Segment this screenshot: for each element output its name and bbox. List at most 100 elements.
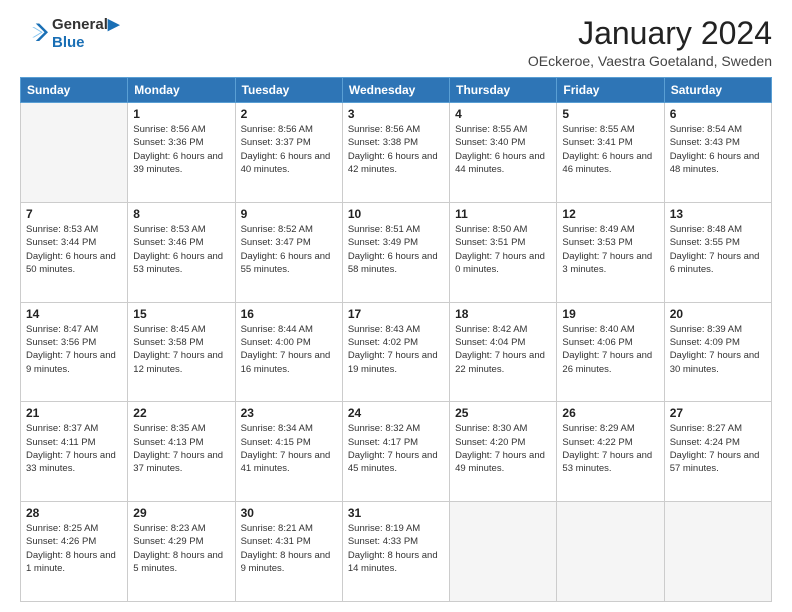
day-number: 30 [241, 506, 337, 520]
page: General▶ Blue January 2024 OEckeroe, Vae… [0, 0, 792, 612]
day-info: Sunrise: 8:35 AMSunset: 4:13 PMDaylight:… [133, 422, 229, 475]
day-number: 13 [670, 207, 766, 221]
day-number: 28 [26, 506, 122, 520]
calendar-cell: 26Sunrise: 8:29 AMSunset: 4:22 PMDayligh… [557, 402, 664, 502]
calendar-cell: 7Sunrise: 8:53 AMSunset: 3:44 PMDaylight… [21, 202, 128, 302]
day-number: 6 [670, 107, 766, 121]
calendar-cell: 8 Sunrise: 8:53 AMSunset: 3:46 PMDaylight… [128, 202, 235, 302]
day-info: Sunrise: 8:49 AMSunset: 3:53 PMDaylight:… [562, 223, 658, 276]
calendar-week-row: 28 Sunrise: 8:25 AMSunset: 4:26 PMDayligh… [21, 502, 772, 602]
calendar-cell: 12 Sunrise: 8:49 AMSunset: 3:53 PMDayligh… [557, 202, 664, 302]
calendar-cell: 22Sunrise: 8:35 AMSunset: 4:13 PMDayligh… [128, 402, 235, 502]
day-number: 20 [670, 307, 766, 321]
calendar-cell: 23 Sunrise: 8:34 AMSunset: 4:15 PMDayligh… [235, 402, 342, 502]
calendar-cell: 1 Sunrise: 8:56 AMSunset: 3:36 PMDaylight… [128, 103, 235, 203]
subtitle: OEckeroe, Vaestra Goetaland, Sweden [528, 53, 772, 69]
day-number: 29 [133, 506, 229, 520]
calendar-cell: 25 Sunrise: 8:30 AMSunset: 4:20 PMDayligh… [450, 402, 557, 502]
calendar-cell: 18 Sunrise: 8:42 AMSunset: 4:04 PMDayligh… [450, 302, 557, 402]
day-number: 2 [241, 107, 337, 121]
day-info: Sunrise: 8:25 AMSunset: 4:26 PMDaylight:… [26, 522, 122, 575]
main-title: January 2024 [528, 16, 772, 51]
day-number: 4 [455, 107, 551, 121]
calendar-cell [21, 103, 128, 203]
day-header-wednesday: Wednesday [342, 78, 449, 103]
calendar-cell: 4 Sunrise: 8:55 AMSunset: 3:40 PMDaylight… [450, 103, 557, 203]
calendar-cell: 19 Sunrise: 8:40 AMSunset: 4:06 PMDayligh… [557, 302, 664, 402]
day-info: Sunrise: 8:39 AMSunset: 4:09 PMDaylight:… [670, 323, 766, 376]
day-info: Sunrise: 8:56 AMSunset: 3:36 PMDaylight:… [133, 123, 229, 176]
day-header-sunday: Sunday [21, 78, 128, 103]
calendar-cell: 24 Sunrise: 8:32 AMSunset: 4:17 PMDayligh… [342, 402, 449, 502]
calendar-week-row: 1 Sunrise: 8:56 AMSunset: 3:36 PMDaylight… [21, 103, 772, 203]
logo-icon [20, 20, 48, 48]
day-info: Sunrise: 8:32 AMSunset: 4:17 PMDaylight:… [348, 422, 444, 475]
title-block: January 2024 OEckeroe, Vaestra Goetaland… [528, 16, 772, 69]
calendar-cell: 9 Sunrise: 8:52 AMSunset: 3:47 PMDaylight… [235, 202, 342, 302]
calendar-cell: 14 Sunrise: 8:47 AMSunset: 3:56 PMDayligh… [21, 302, 128, 402]
day-number: 27 [670, 406, 766, 420]
day-info: Sunrise: 8:51 AMSunset: 3:49 PMDaylight:… [348, 223, 444, 276]
calendar-cell: 31 Sunrise: 8:19 AMSunset: 4:33 PMDayligh… [342, 502, 449, 602]
day-info: Sunrise: 8:52 AMSunset: 3:47 PMDaylight:… [241, 223, 337, 276]
day-number: 25 [455, 406, 551, 420]
calendar-cell: 27 Sunrise: 8:27 AMSunset: 4:24 PMDayligh… [664, 402, 771, 502]
day-info: Sunrise: 8:48 AMSunset: 3:55 PMDaylight:… [670, 223, 766, 276]
day-number: 23 [241, 406, 337, 420]
calendar-cell [450, 502, 557, 602]
calendar-cell: 6 Sunrise: 8:54 AMSunset: 3:43 PMDaylight… [664, 103, 771, 203]
calendar-cell: 30 Sunrise: 8:21 AMSunset: 4:31 PMDayligh… [235, 502, 342, 602]
day-header-tuesday: Tuesday [235, 78, 342, 103]
day-number: 9 [241, 207, 337, 221]
day-number: 12 [562, 207, 658, 221]
day-info: Sunrise: 8:53 AMSunset: 3:46 PMDaylight:… [133, 223, 229, 276]
day-number: 24 [348, 406, 444, 420]
day-info: Sunrise: 8:55 AMSunset: 3:40 PMDaylight:… [455, 123, 551, 176]
day-number: 11 [455, 207, 551, 221]
header: General▶ Blue January 2024 OEckeroe, Vae… [20, 16, 772, 69]
calendar-cell: 21 Sunrise: 8:37 AMSunset: 4:11 PMDayligh… [21, 402, 128, 502]
logo: General▶ Blue [20, 16, 119, 52]
logo-text: General▶ Blue [52, 16, 119, 52]
day-info: Sunrise: 8:34 AMSunset: 4:15 PMDaylight:… [241, 422, 337, 475]
calendar-cell: 15Sunrise: 8:45 AMSunset: 3:58 PMDayligh… [128, 302, 235, 402]
day-number: 19 [562, 307, 658, 321]
day-number: 8 [133, 207, 229, 221]
day-number: 14 [26, 307, 122, 321]
day-info: Sunrise: 8:42 AMSunset: 4:04 PMDaylight:… [455, 323, 551, 376]
day-info: Sunrise: 8:56 AMSunset: 3:37 PMDaylight:… [241, 123, 337, 176]
calendar-table: SundayMondayTuesdayWednesdayThursdayFrid… [20, 77, 772, 602]
day-info: Sunrise: 8:23 AMSunset: 4:29 PMDaylight:… [133, 522, 229, 575]
day-info: Sunrise: 8:27 AMSunset: 4:24 PMDaylight:… [670, 422, 766, 475]
day-info: Sunrise: 8:47 AMSunset: 3:56 PMDaylight:… [26, 323, 122, 376]
calendar-week-row: 21 Sunrise: 8:37 AMSunset: 4:11 PMDayligh… [21, 402, 772, 502]
day-info: Sunrise: 8:54 AMSunset: 3:43 PMDaylight:… [670, 123, 766, 176]
calendar-cell [557, 502, 664, 602]
day-info: Sunrise: 8:50 AMSunset: 3:51 PMDaylight:… [455, 223, 551, 276]
day-number: 3 [348, 107, 444, 121]
calendar-cell: 28 Sunrise: 8:25 AMSunset: 4:26 PMDayligh… [21, 502, 128, 602]
day-info: Sunrise: 8:30 AMSunset: 4:20 PMDaylight:… [455, 422, 551, 475]
calendar-cell: 13 Sunrise: 8:48 AMSunset: 3:55 PMDayligh… [664, 202, 771, 302]
day-number: 15 [133, 307, 229, 321]
day-number: 16 [241, 307, 337, 321]
calendar-cell: 17Sunrise: 8:43 AMSunset: 4:02 PMDayligh… [342, 302, 449, 402]
calendar-week-row: 7Sunrise: 8:53 AMSunset: 3:44 PMDaylight… [21, 202, 772, 302]
day-info: Sunrise: 8:21 AMSunset: 4:31 PMDaylight:… [241, 522, 337, 575]
day-number: 21 [26, 406, 122, 420]
day-info: Sunrise: 8:29 AMSunset: 4:22 PMDaylight:… [562, 422, 658, 475]
day-info: Sunrise: 8:53 AMSunset: 3:44 PMDaylight:… [26, 223, 122, 276]
calendar-cell: 5Sunrise: 8:55 AMSunset: 3:41 PMDaylight… [557, 103, 664, 203]
day-number: 17 [348, 307, 444, 321]
day-info: Sunrise: 8:19 AMSunset: 4:33 PMDaylight:… [348, 522, 444, 575]
calendar-header-row: SundayMondayTuesdayWednesdayThursdayFrid… [21, 78, 772, 103]
day-header-saturday: Saturday [664, 78, 771, 103]
day-info: Sunrise: 8:37 AMSunset: 4:11 PMDaylight:… [26, 422, 122, 475]
day-number: 5 [562, 107, 658, 121]
day-number: 18 [455, 307, 551, 321]
day-number: 31 [348, 506, 444, 520]
day-info: Sunrise: 8:40 AMSunset: 4:06 PMDaylight:… [562, 323, 658, 376]
calendar-cell: 3Sunrise: 8:56 AMSunset: 3:38 PMDaylight… [342, 103, 449, 203]
day-number: 1 [133, 107, 229, 121]
calendar-cell [664, 502, 771, 602]
